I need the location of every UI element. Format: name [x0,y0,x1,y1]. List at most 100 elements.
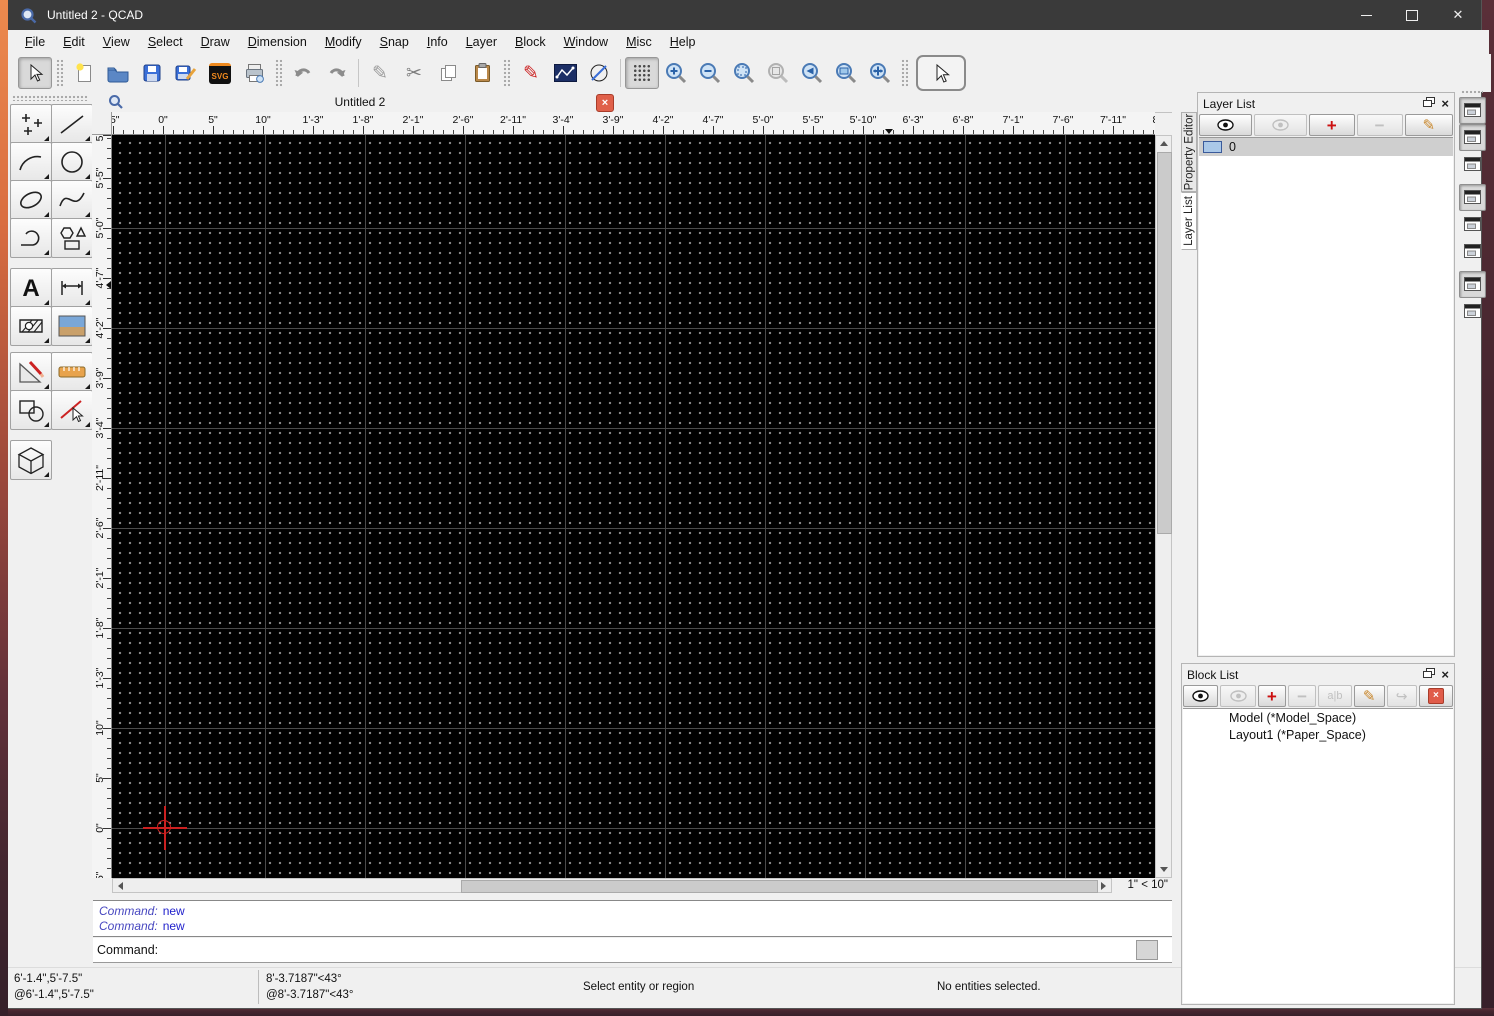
close-panel-button[interactable]: × [1441,97,1449,110]
vertical-scrollbar[interactable] [1155,135,1172,878]
toggle-command-line-button[interactable] [1459,271,1486,298]
block-row[interactable]: Model (*Model_Space) [1183,709,1453,726]
grid-toggle-button[interactable] [625,57,659,89]
horizontal-scrollbar[interactable] [112,878,1112,893]
dimension-tools-button[interactable] [51,268,93,308]
toolbar-drag-handle[interactable] [56,59,63,87]
insert-block-button[interactable]: ↪ [1387,685,1417,707]
measure-tools-button[interactable] [51,352,93,392]
svg-export-button[interactable]: SVG [203,57,237,89]
ellipse-tools-button[interactable] [10,180,52,220]
vertical-scroll-thumb[interactable] [1157,152,1172,534]
scroll-up-icon[interactable] [1160,141,1168,146]
hide-all-blocks-button[interactable] [1220,685,1255,707]
new-file-button[interactable] [67,57,101,89]
scroll-down-icon[interactable] [1160,867,1168,872]
selection-tools-button[interactable] [10,390,52,430]
menu-window[interactable]: Window [555,30,617,54]
scroll-left-icon[interactable] [118,882,123,890]
toolbar-drag-handle[interactable] [12,95,88,101]
menu-misc[interactable]: Misc [617,30,661,54]
menu-layer[interactable]: Layer [457,30,506,54]
draw-edit-button[interactable]: ✎ [514,57,548,89]
show-all-blocks-button[interactable] [1183,685,1218,707]
text-tool-button[interactable]: A [10,268,52,308]
menu-help[interactable]: Help [661,30,705,54]
rename-block-button[interactable]: a|b [1318,685,1351,707]
remove-layer-button[interactable]: − [1357,114,1403,136]
eraser-button[interactable]: ✎ [363,57,397,89]
redo-button[interactable] [320,57,354,89]
close-panel-button[interactable]: × [1441,668,1449,681]
menu-dimension[interactable]: Dimension [239,30,316,54]
snap-reference-button[interactable] [548,57,582,89]
pan-button[interactable] [863,57,897,89]
toolbar-drag-handle[interactable] [275,59,282,87]
paste-button[interactable] [465,57,499,89]
zoom-window-button[interactable] [829,57,863,89]
toggle-selection-filter-button[interactable] [1459,211,1486,238]
selection-arrow-button[interactable] [916,55,966,91]
tab-close-button[interactable]: × [596,94,614,112]
toggle-view-options-button[interactable] [1459,238,1486,265]
restrict-off-button[interactable] [582,57,616,89]
menu-view[interactable]: View [94,30,139,54]
edit-layer-button[interactable]: ✎ [1405,114,1453,136]
dock-drag-handle[interactable] [1461,90,1483,95]
circle-tools-button[interactable] [51,142,93,182]
hatch-tool-button[interactable] [10,306,52,346]
zoom-in-button[interactable] [659,57,693,89]
command-input[interactable]: Command: [93,938,1172,963]
toggle-clipboard-button[interactable] [1459,298,1486,325]
info-tools-button[interactable] [51,390,93,430]
hide-all-layers-button[interactable] [1254,114,1307,136]
image-tool-button[interactable] [51,306,93,346]
menu-file[interactable]: File [16,30,54,54]
cut-button[interactable]: ✂ [397,57,431,89]
drawing-canvas[interactable] [112,135,1155,878]
block-row[interactable]: Layout1 (*Paper_Space) [1183,726,1453,743]
minimize-button[interactable] [1343,0,1389,30]
command-options-button[interactable] [1136,940,1158,960]
float-panel-button[interactable] [1423,668,1435,682]
menu-edit[interactable]: Edit [54,30,94,54]
menu-modify[interactable]: Modify [316,30,371,54]
zoom-previous-button[interactable] [795,57,829,89]
toggle-property-editor-button[interactable] [1459,151,1486,178]
print-preview-button[interactable] [237,57,271,89]
add-block-button[interactable]: + [1258,685,1286,707]
menu-block[interactable]: Block [506,30,555,54]
tab-layer-list[interactable]: Layer List [1181,192,1197,250]
edit-block-button[interactable]: ✎ [1354,685,1385,707]
layer-color-swatch[interactable] [1203,141,1222,153]
menu-draw[interactable]: Draw [192,30,239,54]
shape-tools-button[interactable] [51,218,93,258]
remove-block-button[interactable]: − [1288,685,1316,707]
show-all-layers-button[interactable] [1199,114,1252,136]
document-tab[interactable]: Untitled 2 × [100,92,620,112]
line-tools-button[interactable] [51,104,93,144]
undo-button[interactable] [286,57,320,89]
auto-zoom-button[interactable] [727,57,761,89]
toggle-library-browser-button[interactable] [1459,184,1486,211]
point-tools-button[interactable] [10,104,52,144]
previous-view-button[interactable] [761,57,795,89]
menu-select[interactable]: Select [139,30,192,54]
toolbar-drag-handle[interactable] [901,59,908,87]
purge-block-button[interactable]: × [1419,685,1453,707]
layer-row[interactable]: 0 [1199,138,1453,156]
menu-info[interactable]: Info [418,30,457,54]
projection-tools-button[interactable] [10,440,52,480]
horizontal-scroll-thumb[interactable] [461,880,1098,893]
copy-button[interactable] [431,57,465,89]
selection-pointer-button[interactable] [18,57,52,89]
float-panel-button[interactable] [1423,97,1435,111]
modify-tools-button[interactable] [10,352,52,392]
close-button[interactable]: ✕ [1435,0,1481,30]
maximize-button[interactable] [1389,0,1435,30]
scroll-right-icon[interactable] [1101,882,1106,890]
polyline-tools-button[interactable] [10,218,52,258]
save-as-button[interactable] [169,57,203,89]
save-button[interactable] [135,57,169,89]
toggle-layer-list-button[interactable] [1459,97,1486,124]
